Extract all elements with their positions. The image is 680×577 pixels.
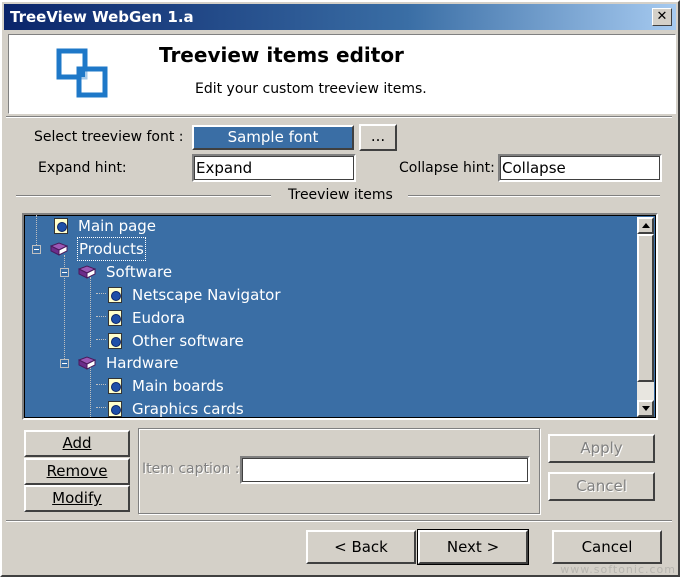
item-caption-label: Item caption : — [142, 461, 240, 477]
wizard-header: Treeview items editor Edit your custom t… — [8, 34, 676, 114]
footer-cancel-button[interactable]: Cancel — [552, 530, 662, 564]
window-title: TreeView WebGen 1.a — [10, 8, 194, 26]
collapse-toggle-icon[interactable] — [32, 245, 41, 254]
tree-item-label: Software — [106, 263, 173, 281]
tree-line — [90, 367, 91, 417]
arrow-down-icon — [642, 406, 650, 411]
treeview[interactable]: Main page Products Software Netscape Nav… — [22, 213, 658, 420]
page-subtitle: Edit your custom treeview items. — [195, 81, 427, 97]
page-icon — [108, 310, 122, 326]
book-icon — [78, 356, 96, 370]
back-button[interactable]: < Back — [306, 530, 416, 564]
apply-button[interactable]: Apply — [548, 434, 655, 463]
remove-label: Remove — [46, 462, 108, 480]
collapse-toggle-icon[interactable] — [60, 359, 69, 368]
watermark-text: www.softonic.com — [560, 563, 676, 576]
tree-item-label: Products — [77, 237, 146, 261]
tree-line — [96, 384, 106, 385]
tree-line — [96, 293, 106, 294]
page-icon — [54, 218, 68, 234]
remove-button[interactable]: Remove — [24, 458, 130, 485]
expand-hint-input[interactable] — [192, 154, 356, 182]
treeview-logo-icon — [56, 48, 108, 98]
tree-item-label: Main boards — [132, 377, 224, 395]
item-caption-input[interactable] — [240, 456, 530, 484]
tree-line — [96, 407, 106, 408]
section-divider-left — [16, 195, 271, 197]
arrow-up-icon — [642, 223, 650, 228]
title-bar[interactable]: TreeView WebGen 1.a ✕ — [4, 4, 676, 30]
modify-button[interactable]: Modify — [24, 485, 130, 512]
treeview-items-label: Treeview items — [288, 187, 393, 203]
tree-item-label: Main page — [78, 217, 157, 235]
section-divider-right — [408, 195, 660, 197]
modify-label: Modify — [52, 489, 102, 507]
tree-item-label: Netscape Navigator — [132, 286, 281, 304]
add-button[interactable]: Add — [24, 430, 130, 457]
edit-cancel-button[interactable]: Cancel — [548, 472, 655, 501]
browse-font-button[interactable]: ... — [359, 124, 397, 151]
tree-line — [96, 316, 106, 317]
font-label: Select treeview font : — [34, 129, 184, 145]
tree-item-label: Eudora — [132, 309, 186, 327]
tree-item-label: Other software — [132, 332, 244, 350]
tree-item-label: Graphics cards — [132, 400, 244, 418]
header-divider — [6, 116, 672, 118]
book-icon — [78, 265, 96, 279]
sample-font-button[interactable]: Sample font — [192, 125, 354, 150]
book-icon — [50, 242, 68, 256]
next-button[interactable]: Next > — [417, 529, 529, 565]
tree-line — [36, 215, 37, 249]
page-icon — [108, 333, 122, 349]
page-icon — [108, 401, 122, 417]
scroll-up-button[interactable] — [637, 217, 654, 234]
close-icon[interactable]: ✕ — [652, 8, 672, 26]
tree-line — [90, 277, 91, 347]
tree-item-label: Hardware — [106, 354, 179, 372]
collapse-toggle-icon[interactable] — [60, 268, 69, 277]
collapse-hint-input[interactable] — [498, 154, 662, 182]
add-label: Add — [62, 434, 92, 452]
cancel-label: Cancel — [581, 538, 633, 556]
page-icon — [108, 287, 122, 303]
expand-hint-label: Expand hint: — [38, 160, 127, 176]
wizard-window: TreeView WebGen 1.a ✕ Treeview items edi… — [0, 0, 680, 577]
collapse-hint-label: Collapse hint: — [399, 160, 495, 176]
tree-line — [96, 339, 106, 340]
tree-scrollbar[interactable] — [637, 217, 654, 417]
next-label: Next > — [446, 538, 500, 556]
scroll-thumb[interactable] — [637, 234, 654, 382]
page-icon — [108, 378, 122, 394]
page-title: Treeview items editor — [159, 43, 404, 67]
scroll-down-button[interactable] — [637, 400, 654, 417]
footer-divider — [6, 520, 672, 522]
back-label: < Back — [334, 538, 388, 556]
